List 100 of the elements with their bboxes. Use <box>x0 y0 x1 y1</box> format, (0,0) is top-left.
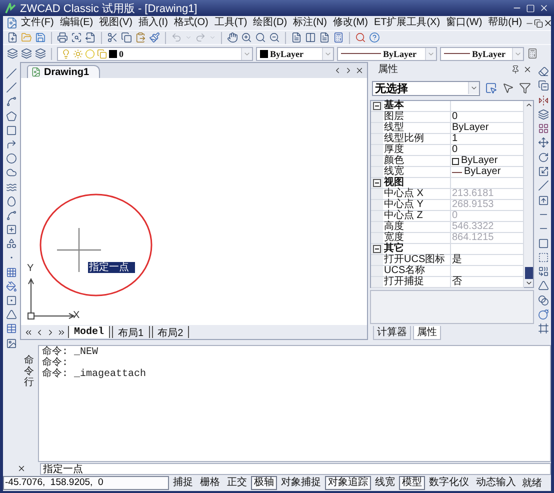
copy-icon[interactable] <box>121 32 132 43</box>
previous-icon[interactable] <box>35 328 44 336</box>
layout-tab[interactable]: 布局1 <box>112 326 150 338</box>
close-icon[interactable] <box>355 66 364 75</box>
select-objects-icon[interactable] <box>502 82 514 94</box>
menu-item[interactable]: 绘图(D) <box>250 16 290 30</box>
sheet-icon[interactable] <box>291 32 302 43</box>
next-icon[interactable] <box>46 328 55 336</box>
menu-item[interactable]: ET扩展工具(X) <box>370 16 444 30</box>
filter-icon[interactable] <box>519 82 531 94</box>
menu-item[interactable]: 修改(M) <box>330 16 371 30</box>
last-icon[interactable] <box>57 328 66 336</box>
next-icon[interactable] <box>344 66 353 75</box>
image-icon[interactable] <box>6 338 17 349</box>
menu-item[interactable]: 视图(V) <box>96 16 136 30</box>
search-icon[interactable] <box>355 32 366 43</box>
brush-icon[interactable] <box>149 32 160 43</box>
previous-icon[interactable] <box>333 66 342 75</box>
spline-icon[interactable] <box>6 182 17 192</box>
scroll-thumb[interactable] <box>524 267 532 279</box>
close-icon[interactable] <box>523 64 532 74</box>
close-icon[interactable] <box>543 18 554 28</box>
document-tab[interactable]: Drawing1 <box>27 65 100 78</box>
scroll-up-icon[interactable] <box>524 101 532 109</box>
scroll-down-icon[interactable] <box>524 279 532 287</box>
paste-icon[interactable] <box>135 32 146 43</box>
hand-icon[interactable] <box>227 32 238 43</box>
rotate-icon[interactable] <box>538 152 549 163</box>
status-toggle[interactable]: 模型 <box>399 476 425 490</box>
mirror-icon[interactable] <box>538 94 549 106</box>
menu-item[interactable]: 窗口(W) <box>443 16 486 30</box>
explode-icon[interactable] <box>538 309 549 320</box>
gradient-icon[interactable] <box>6 280 17 292</box>
eraser-icon[interactable] <box>538 66 549 77</box>
panel-tab[interactable]: 计算器 <box>373 326 411 340</box>
status-toggle[interactable]: 动态输入 <box>473 476 519 490</box>
lineweight-dropdown[interactable]: ByLayer <box>440 46 524 60</box>
collapse-icon[interactable] <box>373 179 381 187</box>
menu-item[interactable]: 帮助(H) <box>485 16 526 30</box>
polyline-icon[interactable] <box>6 96 17 108</box>
table-icon[interactable] <box>6 323 17 334</box>
hatch-icon[interactable] <box>6 266 17 278</box>
cut-icon[interactable] <box>107 32 118 43</box>
columns-icon[interactable] <box>305 32 316 43</box>
move-icon[interactable] <box>538 137 549 148</box>
new-file-icon[interactable] <box>7 32 18 43</box>
color-dropdown[interactable]: ByLayer <box>256 46 334 60</box>
selection-dropdown[interactable]: 无选择 <box>372 80 480 96</box>
status-toggle[interactable]: 对象捕捉 <box>278 476 324 490</box>
layers-icon[interactable] <box>7 48 18 59</box>
document-icon[interactable] <box>319 32 330 43</box>
menu-item[interactable]: 文件(F) <box>18 16 57 30</box>
layer-dropdown[interactable]: 0 <box>57 46 253 60</box>
scale-icon[interactable] <box>538 166 549 178</box>
status-toggle[interactable]: 正交 <box>224 476 250 490</box>
menu-item[interactable]: 格式(O) <box>170 16 212 30</box>
menu-item[interactable]: 标注(N) <box>290 16 330 30</box>
scrollbar[interactable] <box>524 101 533 287</box>
polygon-icon[interactable] <box>6 110 17 122</box>
maximize-icon[interactable] <box>526 4 535 12</box>
printer-icon[interactable] <box>57 32 68 43</box>
insert-block-icon[interactable] <box>6 224 17 236</box>
restore-icon[interactable] <box>534 18 544 28</box>
status-toggle[interactable]: 对象追踪 <box>325 476 371 490</box>
trim-icon[interactable] <box>538 194 549 206</box>
zoom-out-icon[interactable] <box>269 32 280 43</box>
zoom-window-icon[interactable] <box>255 32 266 43</box>
quick-select-icon[interactable] <box>485 82 497 94</box>
collapse-icon[interactable] <box>373 102 381 110</box>
menu-item[interactable]: 编辑(E) <box>56 16 96 30</box>
block-icon[interactable] <box>6 238 17 250</box>
close-icon[interactable] <box>539 3 549 13</box>
array-icon[interactable] <box>538 123 549 134</box>
circle-icon[interactable] <box>6 153 17 164</box>
panel-tab[interactable]: 属性 <box>413 326 441 340</box>
linetype-dropdown[interactable]: ByLayer <box>337 46 437 60</box>
close-icon[interactable] <box>17 464 26 473</box>
status-toggle[interactable]: 数字化仪 <box>426 476 472 490</box>
cloud-icon[interactable] <box>6 167 17 178</box>
status-toggle[interactable]: 极轴 <box>251 476 277 490</box>
copy-object-icon[interactable] <box>538 80 549 92</box>
caret-icon[interactable] <box>470 84 478 92</box>
calculator-icon[interactable] <box>333 32 344 43</box>
rectangle-icon[interactable] <box>6 124 17 136</box>
save-icon[interactable] <box>35 32 46 43</box>
zoom-in-icon[interactable] <box>241 32 252 43</box>
region-icon[interactable] <box>6 295 17 306</box>
drawing-canvas[interactable]: Y 指定一点 X <box>21 78 367 325</box>
status-toggle[interactable]: 线宽 <box>372 476 398 490</box>
pin-icon[interactable] <box>511 64 520 74</box>
first-icon[interactable] <box>24 328 33 336</box>
line-icon[interactable] <box>6 68 17 79</box>
layout-tab[interactable]: Model <box>68 326 110 338</box>
collapse-icon[interactable] <box>373 245 381 253</box>
help-icon[interactable] <box>369 32 380 43</box>
menu-item[interactable]: 工具(T) <box>211 16 250 30</box>
status-toggle[interactable]: 捕捉 <box>170 476 196 490</box>
menu-item[interactable]: 插入(I) <box>135 16 171 30</box>
status-toggle[interactable]: 栅格 <box>197 476 223 490</box>
layout-tab[interactable]: 布局2 <box>152 326 190 338</box>
